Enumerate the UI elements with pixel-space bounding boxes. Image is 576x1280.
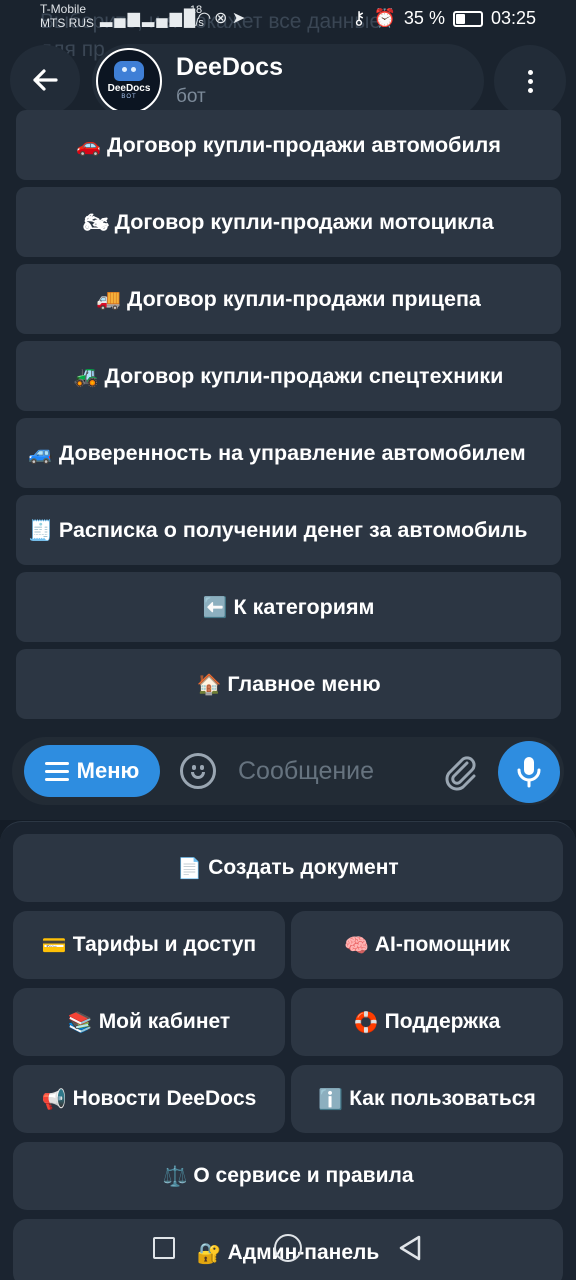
button-label: Поддержка [384,1010,501,1033]
carrier-1: T-Mobile [40,2,87,16]
chat-header[interactable]: DeeDocs BOT DeeDocs бот [92,44,484,118]
car-icon: 🚗 [76,134,101,157]
inline-button-label: Договор купли-продажи автомобиля [107,132,501,157]
speed-unit: B/s [188,17,204,29]
inline-button-to-categories[interactable]: ⬅️ К категориям [16,572,561,642]
how-to-use-button[interactable]: ℹ️ Как пользоваться [291,1065,563,1133]
credit-card-icon: 💳 [41,934,67,957]
arrow-left-icon: ⬅️ [202,596,228,619]
signal-icon: ▂▄▆ [100,10,142,27]
scales-icon: ⚖️ [162,1165,188,1188]
button-label: Мой кабинет [98,1010,231,1033]
hamburger-icon [44,761,69,781]
button-label: Как пользоваться [349,1087,536,1110]
support-button[interactable]: 🛟 Поддержка [291,988,563,1056]
my-cabinet-button[interactable]: 📚 Мой кабинет [13,988,285,1056]
more-options-button[interactable] [494,45,566,117]
key-icon: ⚷ [352,8,366,28]
inline-button-money-receipt[interactable]: 🧾 Расписка о получении денег за автомобил… [16,495,561,565]
message-input[interactable] [238,749,438,793]
inline-button-main-menu[interactable]: 🏠 Главное меню [16,649,561,719]
more-dot-icon [527,78,533,84]
alarm-icon: ⏰ [373,8,396,28]
inline-button-label: Договор купли-продажи прицепа [127,286,481,311]
recent-apps-icon[interactable] [153,1237,175,1259]
system-nav-bar [0,1214,576,1280]
button-label: О сервисе и правила [193,1164,414,1187]
inline-button-trailer-sale[interactable]: 🚚 Договор купли-продажи прицепа [16,264,561,334]
inline-button-power-of-attorney[interactable]: 🚙 Доверенность на управление автомобилем [16,418,561,488]
arrow-left-icon [33,69,58,91]
inline-button-label: К категориям [233,594,375,619]
microphone-icon [517,757,541,788]
avatar-logo-text: DeeDocs [107,83,151,94]
telegram-icon: ➤ [231,10,246,27]
reply-keyboard: 📄 Создать документ 💳 Тарифы и доступ 🧠 AI-п… [0,821,576,1280]
receipt-icon: 🧾 [28,519,53,542]
bot-name: DeeDocs [176,53,283,81]
more-dot-icon [527,87,533,93]
bot-status: бот [176,86,206,107]
paperclip-icon[interactable] [440,751,480,791]
inline-button-label: Договор купли-продажи спецтехники [104,363,504,388]
microphone-button[interactable] [498,741,560,803]
menu-button[interactable]: Меню [24,745,160,797]
vpn-icon: ⊗ [214,10,228,27]
news-button[interactable]: 📢 Новости DeeDocs [13,1065,285,1133]
carrier-info: T-Mobile MTS RUS [40,2,94,30]
truck-icon: 🚚 [96,288,121,311]
brain-icon: 🧠 [343,934,369,957]
menu-button-label: Меню [76,758,140,783]
network-speed: 18 B/s [188,4,204,30]
home-icon[interactable] [274,1234,302,1262]
clock: 03:25 [490,8,536,28]
status-right: ⚷ ⏰ 35 % 03:25 [352,8,536,29]
back-button[interactable] [10,45,80,115]
lifebuoy-icon: 🛟 [353,1011,379,1034]
inline-button-label: Главное меню [227,671,381,696]
robot-icon [114,61,144,81]
back-triangle-icon[interactable] [396,1234,424,1262]
carrier-2: MTS RUS [40,16,94,30]
avatar-logo-sub: BOT [121,94,137,100]
message-composer: Меню [12,737,564,805]
about-service-button[interactable]: ⚖️ О сервисе и правила [13,1142,563,1210]
inline-button-moto-sale[interactable]: 🏍 Договор купли-продажи мотоцикла [16,187,561,257]
motorcycle-icon: 🏍 [83,211,109,234]
notification-icons: ⊗ ➤ [214,8,245,28]
tariffs-button[interactable]: 💳 Тарифы и доступ [13,911,285,979]
suv-icon: 🚙 [28,442,53,465]
battery-percent: 35 % [403,8,445,28]
inline-button-label: Доверенность на управление автомобилем [58,440,526,465]
button-label: AI-помощник [374,933,511,956]
house-icon: 🏠 [196,673,222,696]
books-icon: 📚 [67,1011,93,1034]
bot-avatar[interactable]: DeeDocs BOT [96,48,162,114]
more-dot-icon [527,69,533,75]
tractor-icon: 🚜 [73,365,99,388]
button-label: Создать документ [208,856,399,879]
megaphone-icon: 📢 [41,1088,67,1111]
document-icon: 📄 [177,857,203,880]
battery-icon [452,10,483,27]
create-document-button[interactable]: 📄 Создать документ [13,834,563,902]
button-label: Новости DeeDocs [72,1087,257,1110]
info-icon: ℹ️ [318,1088,344,1111]
inline-button-car-sale[interactable]: 🚗 Договор купли-продажи автомобиля [16,110,561,180]
status-bar: T-Mobile MTS RUS ▂▄▆▂▄▆█◠ 18 B/s ⊗ ➤ ⚷ ⏰… [0,0,576,38]
inline-button-label: Расписка о получении денег за автомобиль [58,517,528,542]
button-label: Тарифы и доступ [72,933,257,956]
speed-value: 18 [189,4,203,16]
inline-button-special-equipment-sale[interactable]: 🚜 Договор купли-продажи спецтехники [16,341,561,411]
ai-helper-button[interactable]: 🧠 AI-помощник [291,911,563,979]
emoji-smile-icon[interactable] [180,753,216,789]
inline-button-label: Договор купли-продажи мотоцикла [114,209,494,234]
